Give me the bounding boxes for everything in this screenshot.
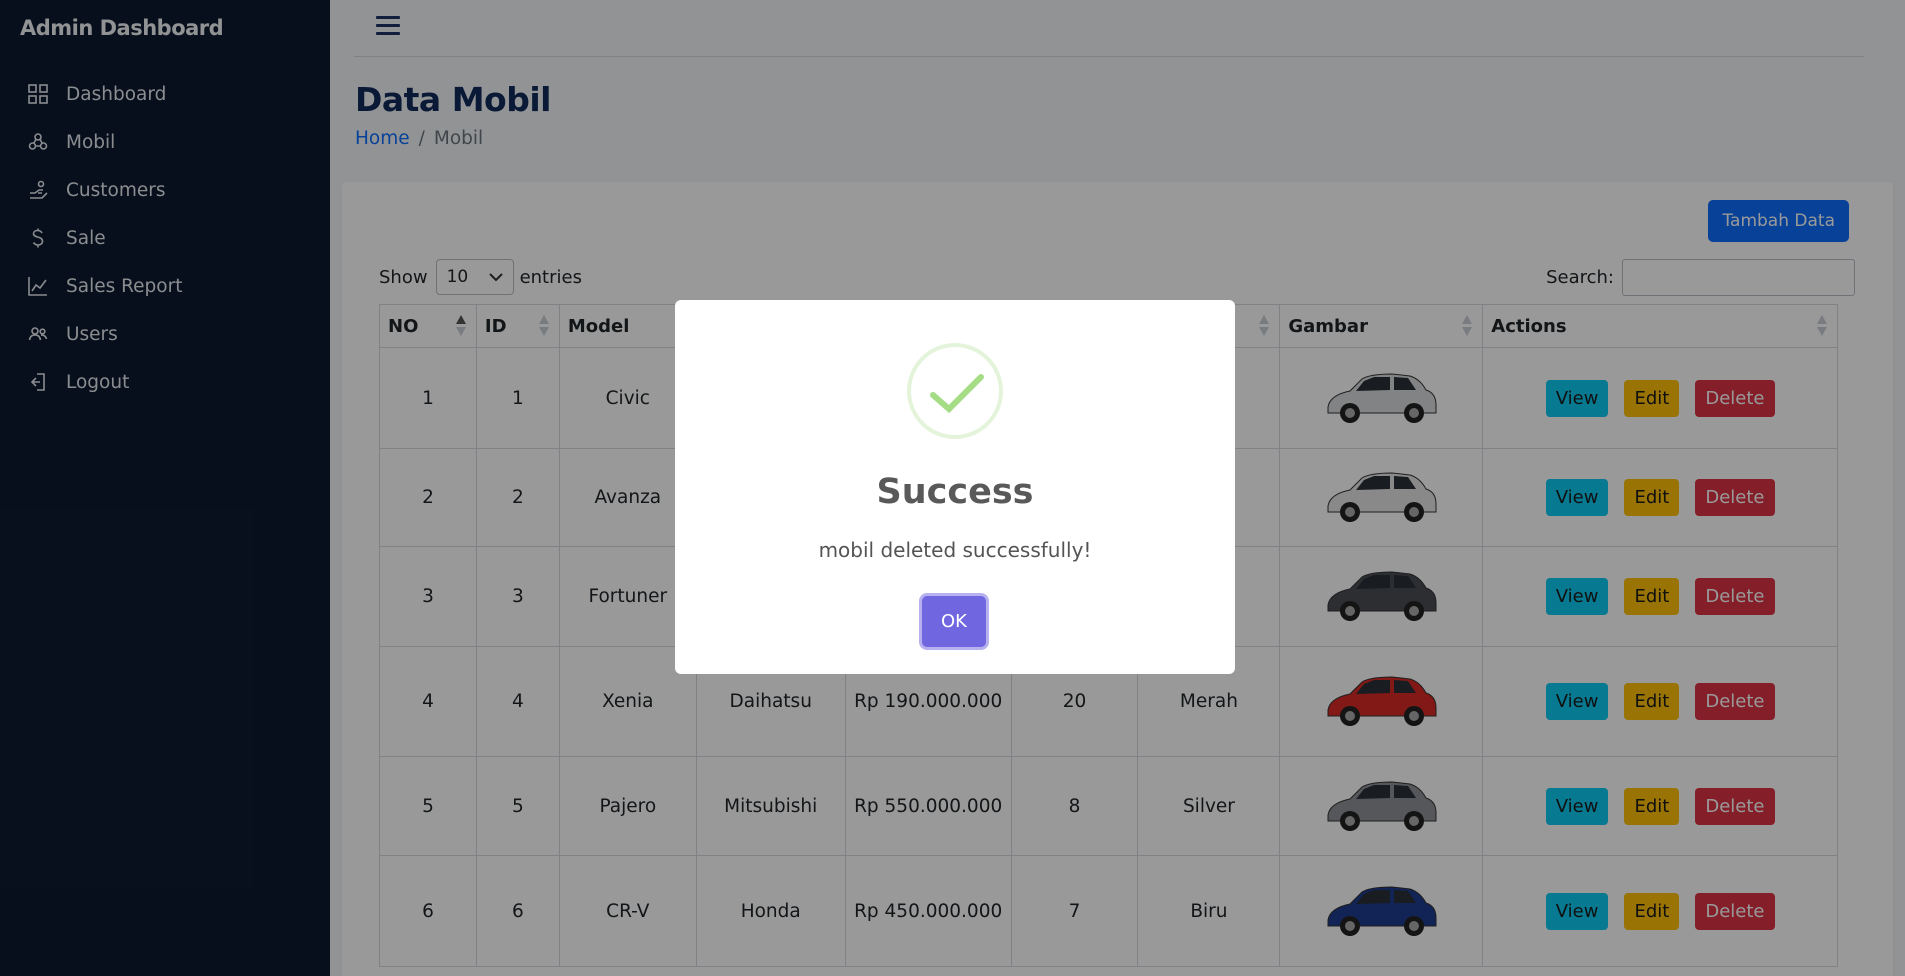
ok-button[interactable]: OK (922, 596, 986, 647)
success-check-icon (907, 343, 1003, 439)
success-dialog: Success mobil deleted successfully! OK (675, 300, 1235, 674)
modal-backdrop[interactable]: Success mobil deleted successfully! OK (0, 0, 1905, 976)
dialog-title: Success (876, 472, 1034, 512)
dialog-message: mobil deleted successfully! (818, 538, 1092, 562)
